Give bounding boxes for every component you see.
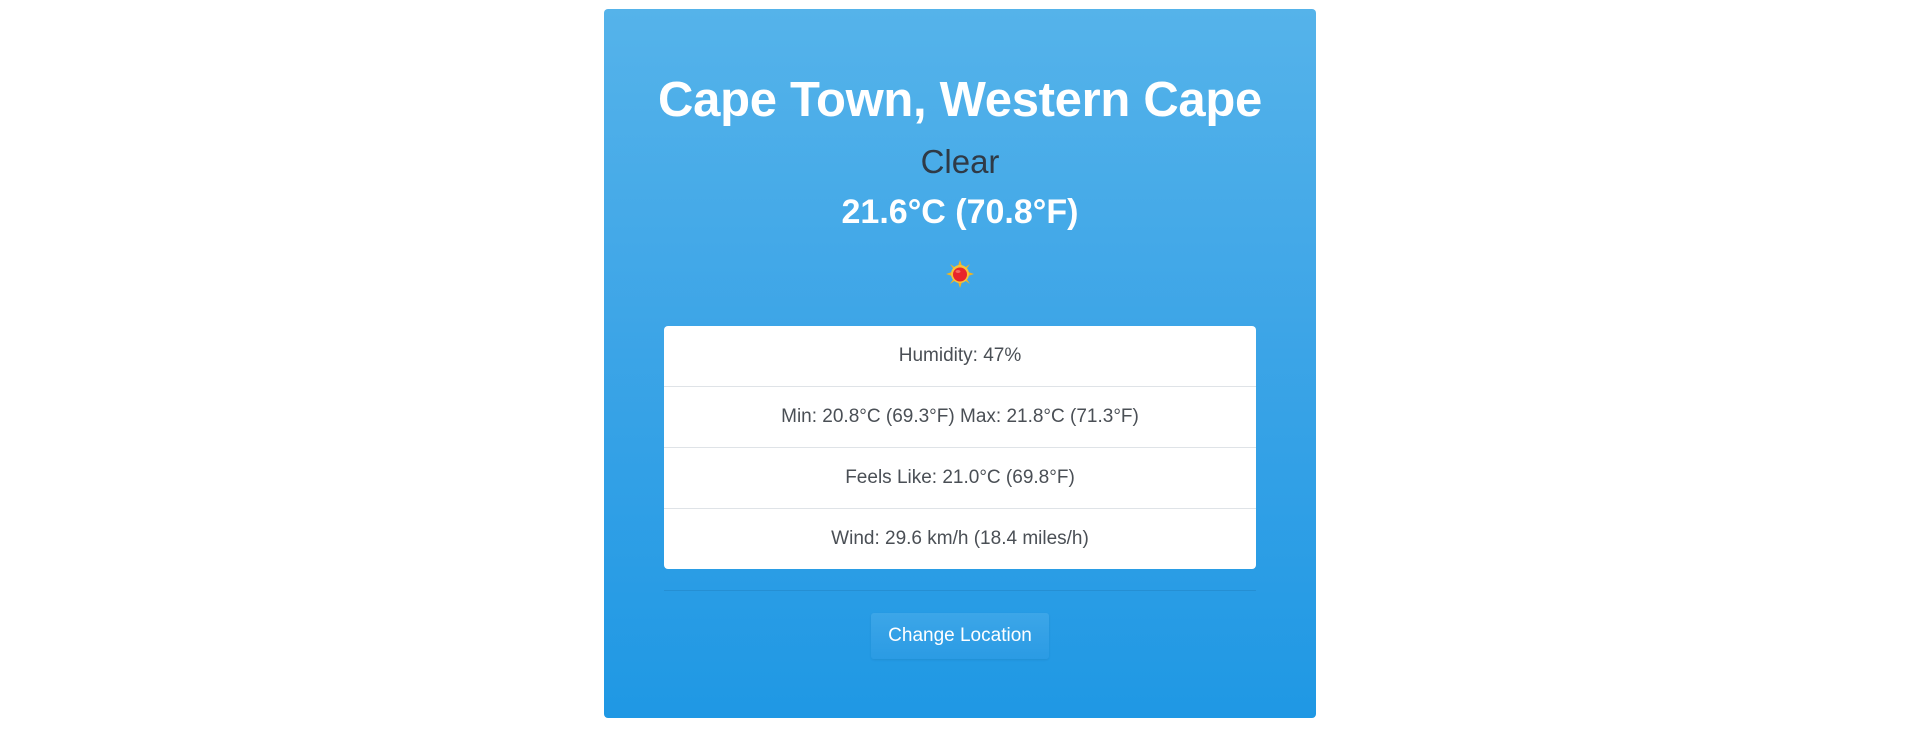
weather-details-list: Humidity: 47% Min: 20.8°C (69.3°F) Max: … [664,326,1256,569]
divider [664,590,1256,591]
change-location-button[interactable]: Change Location [871,613,1049,659]
humidity-row: Humidity: 47% [664,326,1256,387]
temperature-readout: 21.6°C (70.8°F) [841,193,1079,231]
min-max-row: Min: 20.8°C (69.3°F) Max: 21.8°C (71.3°F… [664,387,1256,448]
wind-row: Wind: 29.6 km/h (18.4 miles/h) [831,528,1089,549]
city-title: Cape Town, Western Cape [658,73,1262,127]
weather-card: Cape Town, Western Cape Clear 21.6°C (70… [604,9,1316,718]
feels-like-row: Feels Like: 21.0°C (69.8°F) [664,448,1256,509]
weather-condition: Clear [920,143,1000,180]
sun-icon [945,259,975,289]
